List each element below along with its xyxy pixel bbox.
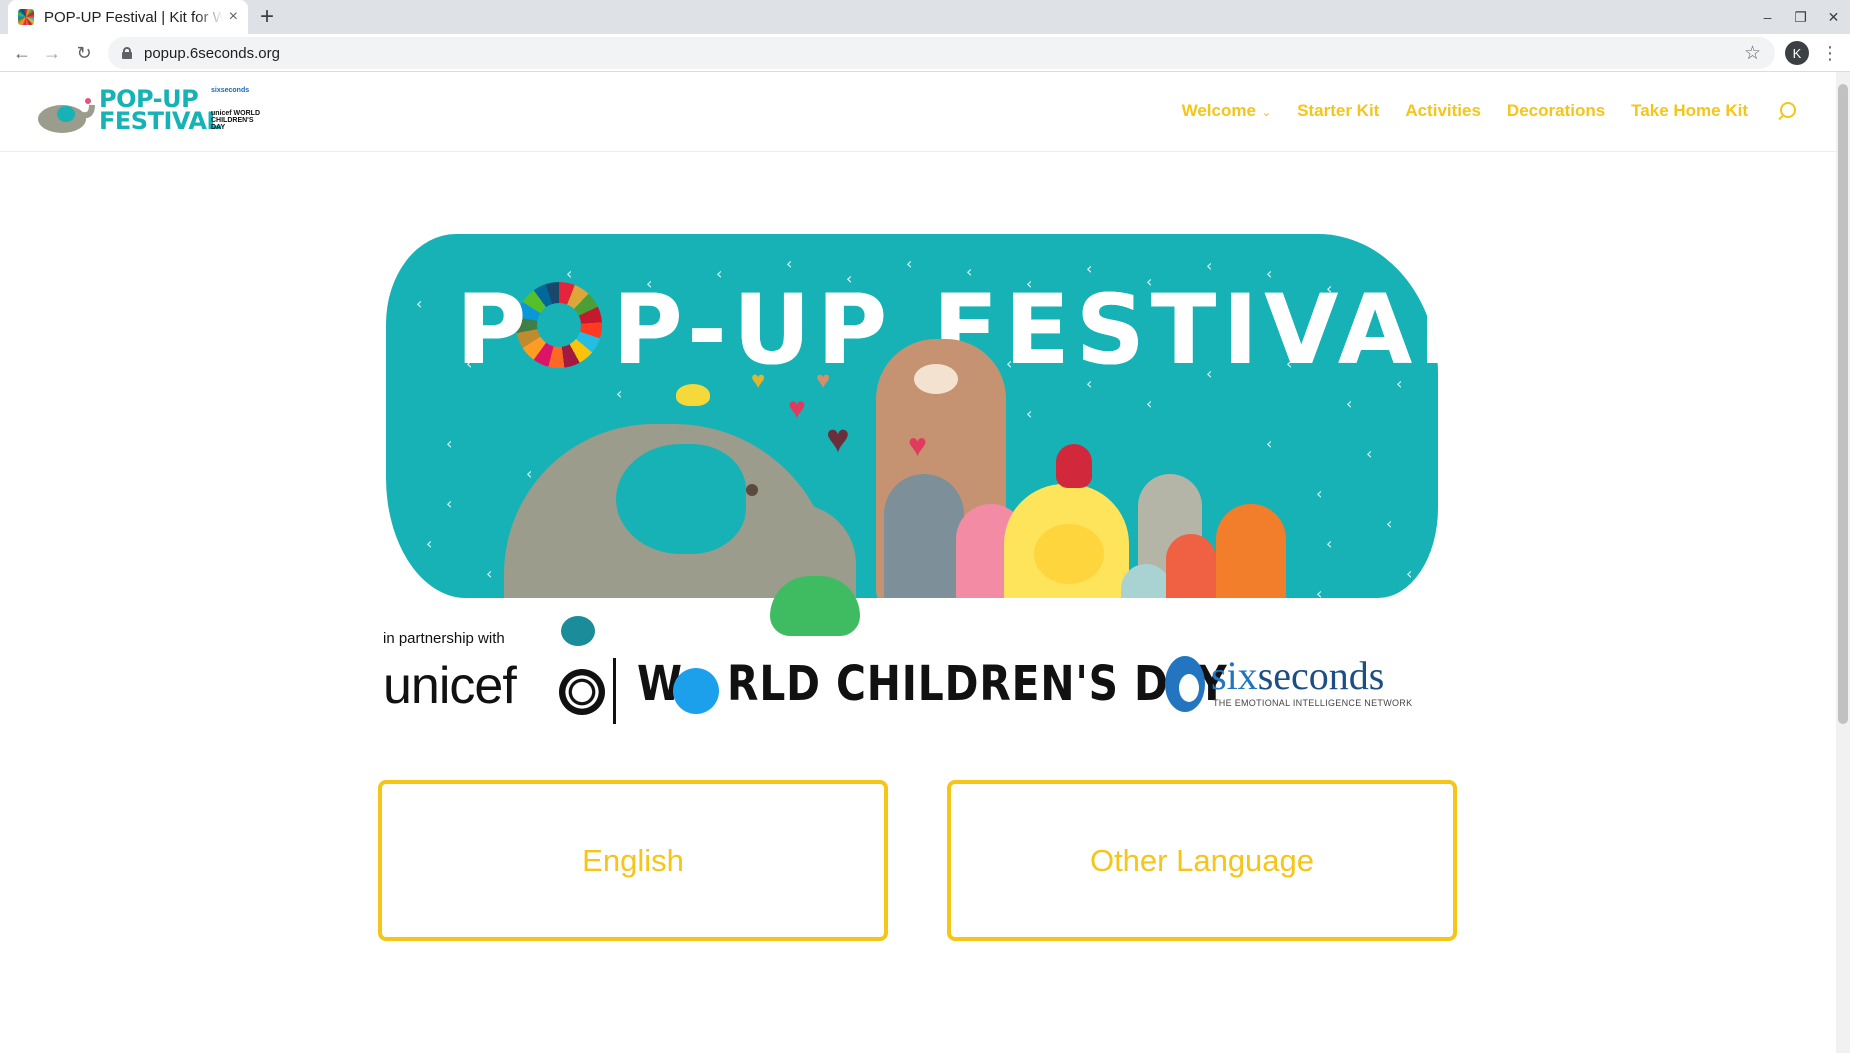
squiggle-decoration: ‹ [1366, 444, 1373, 463]
back-button[interactable]: ← [8, 39, 36, 67]
wcd-rest: RLD CHILDREN'S DAY [727, 656, 1228, 712]
bookmark-star-icon[interactable]: ☆ [1744, 42, 1761, 65]
browser-menu-icon[interactable]: ⋮ [1820, 39, 1840, 67]
logo-line2: FESTIVAL [99, 107, 222, 135]
hero-banner: ‹‹‹‹‹‹‹‹‹‹‹‹‹‹‹‹‹‹‹‹‹‹‹‹‹‹‹‹‹‹‹‹‹‹‹‹‹‹‹‹… [378, 226, 1444, 726]
elephant-eye [746, 484, 758, 496]
logo-text: POP-UP FESTIVAL [99, 87, 222, 135]
wcd-blue-dot-icon [673, 668, 719, 714]
squiggle-decoration: ‹ [446, 434, 453, 453]
heart-icon: ♥ [751, 367, 766, 394]
site-logo[interactable]: POP-UP FESTIVAL sixseconds unicef WORLD … [36, 85, 264, 137]
squiggle-decoration: ‹ [446, 494, 453, 513]
squiggle-decoration: ‹ [426, 534, 433, 553]
six-part2: seconds [1257, 653, 1385, 698]
heart-icon: ♥ [908, 427, 927, 463]
heart-icon: ♥ [826, 417, 850, 461]
tab-title: POP-UP Festival | Kit for World Children… [44, 8, 223, 26]
squiggle-decoration: ‹ [1266, 434, 1273, 453]
unicef-globe-icon [559, 669, 605, 715]
profile-avatar[interactable]: K [1785, 41, 1809, 65]
lion-face [1034, 524, 1104, 584]
hero-title-p: P [456, 274, 533, 386]
squiggle-decoration: ‹ [486, 564, 493, 583]
logo-sixseconds-small: sixseconds [211, 87, 250, 94]
minimize-button[interactable]: – [1751, 0, 1784, 34]
squiggle-decoration: ‹ [1386, 514, 1393, 533]
browser-tab[interactable]: POP-UP Festival | Kit for World Children… [8, 0, 248, 34]
nav-activities[interactable]: Activities [1405, 101, 1481, 121]
squiggle-decoration: ‹ [416, 294, 423, 313]
squiggle-decoration: ‹ [526, 464, 533, 483]
browser-tabstrip: POP-UP Festival | Kit for World Children… [0, 0, 1850, 34]
owl-illustration [1056, 444, 1092, 488]
squiggle-decoration: ‹ [1406, 564, 1413, 583]
url-text[interactable]: popup.6seconds.org [144, 45, 1744, 62]
squiggle-decoration: ‹ [906, 254, 913, 273]
squiggle-decoration: ‹ [1346, 394, 1353, 413]
nav-welcome[interactable]: Welcome ⌄ [1182, 101, 1272, 121]
six-part1: six [1211, 653, 1258, 698]
sixseconds-wordmark: sixseconds [1211, 652, 1384, 699]
browser-toolbar: ← → ↻ popup.6seconds.org ☆ K ⋮ [0, 34, 1850, 72]
page-scrollbar[interactable] [1836, 72, 1850, 1053]
squirrel-illustration [1216, 504, 1286, 598]
lock-icon [122, 47, 132, 59]
heart-icon: ♥ [816, 367, 831, 394]
squiggle-decoration: ‹ [1026, 404, 1033, 423]
reload-button[interactable]: ↻ [70, 39, 98, 67]
squiggle-decoration: ‹ [1146, 394, 1153, 413]
logo-divider [613, 658, 616, 724]
favicon-icon [18, 9, 34, 25]
hero-title-rest: P-UP FESTIVAL [612, 274, 1438, 386]
bear-muzzle [914, 364, 958, 394]
search-icon[interactable] [1776, 100, 1796, 122]
squiggle-decoration: ‹ [1316, 584, 1323, 598]
scrollbar-thumb[interactable] [1838, 84, 1848, 724]
squiggle-decoration: ‹ [786, 254, 793, 273]
close-window-button[interactable]: ✕ [1817, 0, 1850, 34]
other-language-button[interactable]: Other Language [947, 780, 1457, 941]
nav-welcome-label: Welcome [1181, 101, 1256, 120]
bird-illustration [676, 384, 710, 406]
raccoon-illustration [884, 474, 964, 598]
site-header: POP-UP FESTIVAL sixseconds unicef WORLD … [0, 72, 1836, 152]
address-bar[interactable]: popup.6seconds.org ☆ [108, 37, 1775, 69]
restore-button[interactable]: ❐ [1784, 0, 1817, 34]
squiggle-decoration: ‹ [1326, 534, 1333, 553]
fox-illustration [1166, 534, 1216, 598]
sixseconds-tagline: THE EMOTIONAL INTELLIGENCE NETWORK [1213, 698, 1413, 708]
squiggle-decoration: ‹ [1316, 484, 1323, 503]
unicef-wordmark: unicef [383, 657, 517, 715]
world-childrens-day-wordmark: W RLD CHILDREN'S DAY [637, 656, 1228, 712]
logo-unicef-small: unicef WORLD CHILDREN'S DAY [211, 110, 260, 131]
snail-illustration [561, 616, 595, 646]
nav-starter-kit[interactable]: Starter Kit [1297, 101, 1379, 121]
squiggle-decoration: ‹ [1206, 256, 1213, 275]
nav-take-home-kit[interactable]: Take Home Kit [1631, 101, 1748, 121]
new-tab-button[interactable]: + [260, 2, 274, 32]
hero-background: ‹‹‹‹‹‹‹‹‹‹‹‹‹‹‹‹‹‹‹‹‹‹‹‹‹‹‹‹‹‹‹‹‹‹‹‹‹‹‹‹… [386, 234, 1438, 598]
forward-button[interactable]: → [38, 39, 66, 67]
main-navigation: Welcome ⌄ Starter Kit Activities Decorati… [1156, 100, 1796, 122]
tab-close-icon[interactable]: × [229, 8, 238, 26]
elephant-ear [616, 444, 746, 554]
nav-decorations[interactable]: Decorations [1507, 101, 1605, 121]
elephant-logo-icon [38, 98, 95, 133]
window-controls: – ❐ ✕ [1751, 0, 1850, 34]
squiggle-decoration: ‹ [616, 384, 623, 403]
partnership-text: in partnership with [383, 630, 505, 647]
chevron-down-icon: ⌄ [1261, 107, 1272, 119]
heart-icon: ♥ [788, 392, 806, 425]
sixseconds-logo-icon [1165, 656, 1205, 712]
english-button[interactable]: English [378, 780, 888, 941]
